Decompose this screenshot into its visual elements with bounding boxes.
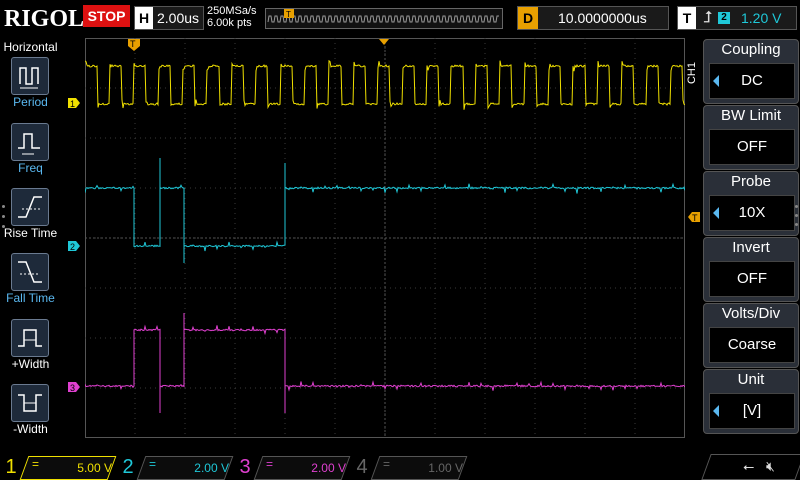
trigger-time-marker-label: T xyxy=(130,39,136,49)
coupling-softkey[interactable]: Coupling DC xyxy=(703,39,799,104)
ch3-status[interactable]: 3 = 2.00 V xyxy=(234,454,349,480)
graticule xyxy=(85,38,685,438)
measure-freq[interactable]: Freq xyxy=(0,123,61,187)
volts-div-softkey[interactable]: Volts/Div Coarse xyxy=(703,303,799,368)
horizontal-measure-menu: Horizontal Period Freq Rise Time Fall Ti… xyxy=(0,37,61,450)
left-menu-title: Horizontal xyxy=(0,40,61,54)
menu-page-dots xyxy=(2,205,6,235)
waveform-display[interactable] xyxy=(85,38,685,438)
trigger-position-label: T xyxy=(286,10,291,19)
measure-pos-width[interactable]: +Width xyxy=(0,319,61,383)
ch3-offset-label: 3 xyxy=(70,383,75,393)
delay-display[interactable]: D 10.0000000us xyxy=(517,6,669,30)
unit-value: [V] xyxy=(710,394,794,428)
invert-value-box: OFF xyxy=(709,261,795,297)
ch1-number: 1 xyxy=(0,454,22,480)
measure-neg-width-label: -Width xyxy=(0,422,61,436)
pos-width-icon xyxy=(11,319,49,357)
menu-channel-label: CH1 xyxy=(686,62,700,84)
measure-fall-time[interactable]: Fall Time xyxy=(0,253,61,317)
memory-depth: 6.00k pts xyxy=(207,17,257,29)
invert-title: Invert xyxy=(704,239,798,256)
coupling-value: DC xyxy=(710,64,794,98)
coupling-value-box: DC xyxy=(709,63,795,99)
center-marker xyxy=(378,38,390,46)
trigger-key: T xyxy=(678,7,696,29)
memory-overview-strip[interactable]: T xyxy=(265,8,503,29)
trigger-level-marker-label: T xyxy=(692,213,698,223)
bw-limit-title: BW Limit xyxy=(704,107,798,124)
ch4-status[interactable]: 4 = 1.00 V xyxy=(351,454,466,480)
ch3-number: 3 xyxy=(234,454,256,480)
run-stop-indicator[interactable]: STOP xyxy=(83,5,130,27)
measure-neg-width[interactable]: -Width xyxy=(0,384,61,448)
ch2-number: 2 xyxy=(117,454,139,480)
fall-time-icon xyxy=(11,253,49,291)
bw-limit-softkey[interactable]: BW Limit OFF xyxy=(703,105,799,170)
speaker-muted-icon[interactable]: 🔇︎ xyxy=(766,458,775,475)
rising-edge-icon: ⮥ xyxy=(703,7,712,29)
ch1-status[interactable]: 1 = 5.00 V xyxy=(0,454,115,480)
volts-div-value: Coarse xyxy=(710,328,794,362)
ch2-offset-label: 2 xyxy=(70,242,75,252)
channel-menu: Coupling DC BW Limit OFF Probe 10X Inver… xyxy=(703,37,800,450)
bw-limit-value-box: OFF xyxy=(709,129,795,165)
trigger-level: 1.20 V xyxy=(741,7,781,29)
unit-softkey[interactable]: Unit [V] xyxy=(703,369,799,434)
probe-softkey[interactable]: Probe 10X xyxy=(703,171,799,236)
invert-softkey[interactable]: Invert OFF xyxy=(703,237,799,302)
probe-value-box: 10X xyxy=(709,195,795,231)
ch4-number: 4 xyxy=(351,454,373,480)
coupling-title: Coupling xyxy=(704,41,798,58)
unit-value-box: [V] xyxy=(709,393,795,429)
channel-status-bar: 1 = 5.00 V 2 = 2.00 V 3 = 2.00 V 4 = 1.0… xyxy=(0,450,800,480)
bw-limit-value: OFF xyxy=(710,130,794,164)
period-measure-icon xyxy=(11,57,49,95)
measure-fall-time-label: Fall Time xyxy=(0,291,61,305)
timebase-display[interactable]: H 2.00us xyxy=(134,6,204,30)
channel-offset-markers: 1 2 3 xyxy=(66,95,84,395)
ch3-scale: 2.00 V xyxy=(264,456,346,480)
measure-pos-width-label: +Width xyxy=(0,357,61,371)
ch4-scale: 1.00 V xyxy=(381,456,463,480)
brand-logo: RIGOL xyxy=(4,6,84,33)
delay-value: 10.0000000us xyxy=(558,7,647,29)
probe-title: Probe xyxy=(704,173,798,190)
memory-overview-waveform: T xyxy=(266,9,502,28)
timebase-value: 2.00us xyxy=(157,7,199,29)
horizontal-key: H xyxy=(135,7,153,29)
measure-period-label: Period xyxy=(0,95,61,109)
measure-rise-time[interactable]: Rise Time xyxy=(0,188,61,252)
menu-page-dots-right xyxy=(795,205,800,232)
volts-div-title: Volts/Div xyxy=(704,305,798,322)
acquisition-info: 250MSa/s 6.00k pts xyxy=(207,5,257,29)
usb-icon: ⭠ xyxy=(743,458,754,475)
unit-title: Unit xyxy=(704,371,798,388)
measure-rise-time-label: Rise Time xyxy=(0,226,61,240)
trigger-display[interactable]: T ⮥ 2 1.20 V xyxy=(677,6,797,30)
trigger-level-marker[interactable]: T xyxy=(686,210,702,224)
delay-key: D xyxy=(518,7,538,29)
measure-period[interactable]: Period xyxy=(0,57,61,121)
trigger-source: 2 xyxy=(718,12,730,24)
ch1-offset-label: 1 xyxy=(70,99,75,109)
neg-width-icon xyxy=(11,384,49,422)
top-status-bar: RIGOL STOP H 2.00us 250MSa/s 6.00k pts T… xyxy=(0,0,800,37)
freq-measure-icon xyxy=(11,123,49,161)
ch2-status[interactable]: 2 = 2.00 V xyxy=(117,454,232,480)
measure-freq-label: Freq xyxy=(0,161,61,175)
probe-value: 10X xyxy=(710,196,794,230)
rise-time-icon xyxy=(11,188,49,226)
invert-value: OFF xyxy=(710,262,794,296)
ch2-scale: 2.00 V xyxy=(147,456,229,480)
sample-rate: 250MSa/s xyxy=(207,5,257,17)
ch1-scale: 5.00 V xyxy=(30,456,112,480)
trigger-time-marker[interactable]: T xyxy=(127,38,141,52)
volts-div-value-box: Coarse xyxy=(709,327,795,363)
